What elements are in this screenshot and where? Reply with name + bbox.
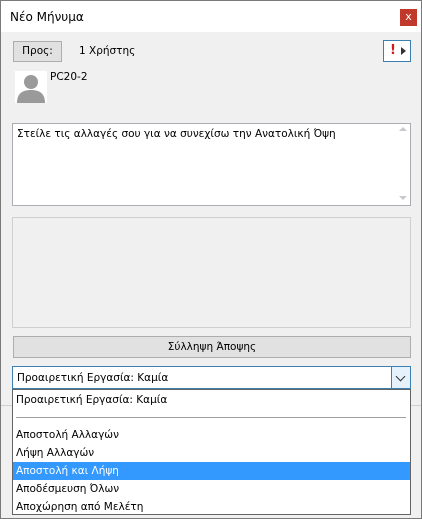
option-none[interactable]: Προαιρετική Εργασία: Καμία: [13, 391, 410, 409]
recipients-count: 1 Χρήστης: [79, 45, 136, 57]
scroll-down-icon[interactable]: [399, 196, 407, 200]
close-button[interactable]: x: [400, 9, 417, 26]
option-send-changes[interactable]: Αποστολή Αλλαγών: [13, 426, 410, 444]
task-dropdown-list: Προαιρετική Εργασία: Καμία Αποστολή Αλλα…: [12, 389, 411, 515]
chevron-down-icon: [395, 371, 406, 382]
dropdown-arrow-button[interactable]: [391, 367, 410, 388]
view-preview-area: [12, 217, 411, 328]
title-bar: Νέο Μήνυμα x: [1, 1, 421, 32]
new-message-window: Νέο Μήνυμα x Προς: 1 Χρήστης ! PC20-2 Στ…: [0, 0, 422, 519]
window-title: Νέο Μήνυμα: [10, 10, 84, 24]
selected-task: Προαιρετική Εργασία: Καμία: [17, 372, 169, 384]
option-separator: [16, 417, 406, 418]
capture-view-button[interactable]: Σύλληψη Άποψης: [13, 336, 411, 358]
option-leave-project[interactable]: Αποχώρηση από Μελέτη: [13, 498, 410, 516]
exclamation-icon: !: [390, 43, 396, 58]
message-text: Στείλε τις αλλαγές σου για να συνεχίσω τ…: [17, 128, 336, 140]
optional-task-select[interactable]: Προαιρετική Εργασία: Καμία: [12, 366, 411, 389]
message-textarea[interactable]: Στείλε τις αλλαγές σου για να συνεχίσω τ…: [12, 123, 411, 206]
priority-button[interactable]: !: [383, 40, 411, 62]
option-release-all[interactable]: Αποδέσμευση Όλων: [13, 480, 410, 498]
scroll-up-icon[interactable]: [399, 127, 407, 131]
option-receive-changes[interactable]: Λήψη Αλλαγών: [13, 444, 410, 462]
option-send-and-receive[interactable]: Αποστολή και Λήψη: [13, 462, 410, 480]
user-avatar-icon: [15, 71, 47, 103]
recipient-name: PC20-2: [50, 71, 88, 83]
to-button[interactable]: Προς:: [13, 41, 62, 62]
triangle-right-icon: [401, 47, 406, 55]
